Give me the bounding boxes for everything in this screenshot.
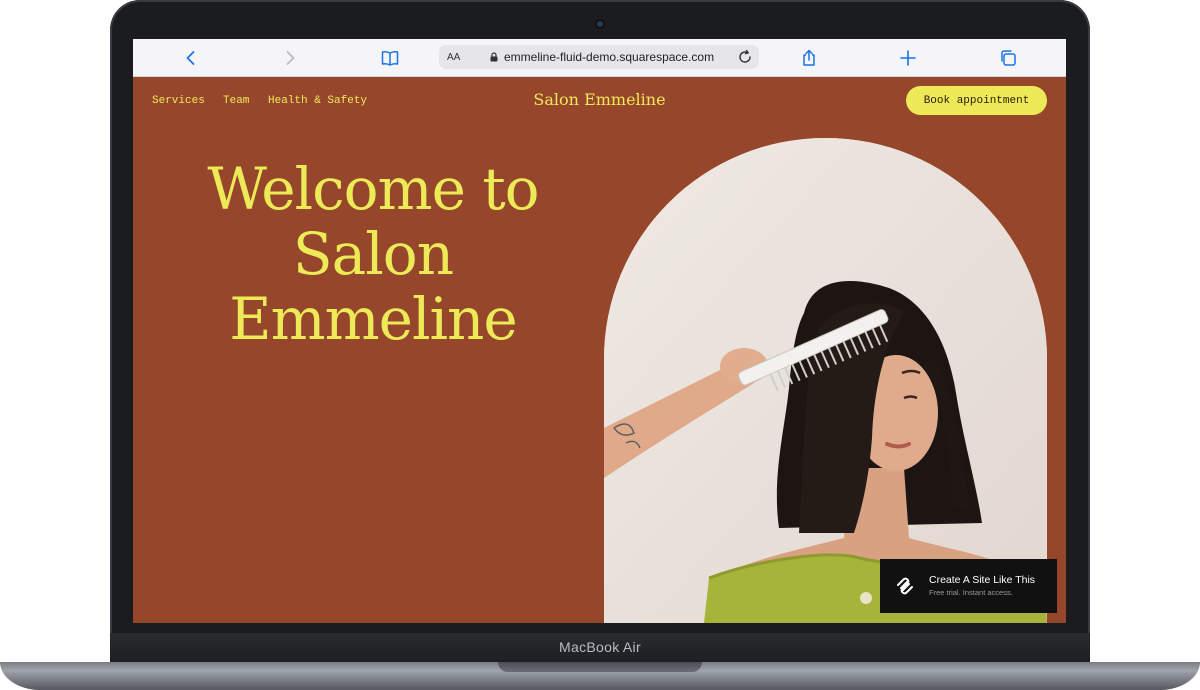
tabs-icon[interactable]: [997, 47, 1019, 69]
hero-headline: Welcome to Salon Emmeline: [153, 157, 593, 352]
camera: [597, 21, 603, 27]
lock-icon: [490, 52, 498, 62]
bookmarks-icon[interactable]: [379, 47, 401, 69]
device-label: MacBook Air: [559, 639, 641, 655]
browser-toolbar: AA emmeline-fluid-demo.squarespace.com: [133, 39, 1066, 77]
hero-headline-line: Welcome to: [207, 155, 539, 223]
reload-icon[interactable]: [737, 49, 753, 65]
address-bar[interactable]: AA emmeline-fluid-demo.squarespace.com: [439, 45, 759, 69]
nav-health-safety[interactable]: Health & Safety: [268, 95, 367, 107]
woman-with-comb-illustration: [604, 138, 1047, 623]
hero-photo: [604, 138, 1047, 623]
site-logo[interactable]: Salon Emmeline: [533, 90, 665, 109]
hero-headline-line: Emmeline: [229, 285, 517, 353]
hero-headline-line: Salon: [292, 220, 454, 288]
reader-button[interactable]: AA: [447, 52, 471, 63]
nav-team[interactable]: Team: [223, 95, 249, 107]
nav-services[interactable]: Services: [152, 95, 205, 107]
laptop-notch: [498, 662, 702, 672]
badge-subtitle: Free trial. Instant access.: [929, 588, 1013, 597]
screen: AA emmeline-fluid-demo.squarespace.com S…: [133, 39, 1066, 623]
share-icon[interactable]: [798, 47, 820, 69]
new-tab-icon[interactable]: [897, 47, 919, 69]
badge-title: Create A Site Like This: [929, 574, 1036, 586]
url-text: emmeline-fluid-demo.squarespace.com: [504, 50, 715, 64]
forward-icon[interactable]: [279, 47, 301, 69]
squarespace-logo-icon: [897, 577, 913, 595]
create-site-badge[interactable]: Create A Site Like This Free trial. Inst…: [880, 559, 1057, 613]
back-icon[interactable]: [180, 47, 202, 69]
book-appointment-button[interactable]: Book appointment: [906, 86, 1047, 115]
website: Services Team Health & Safety Salon Emme…: [133, 77, 1066, 623]
